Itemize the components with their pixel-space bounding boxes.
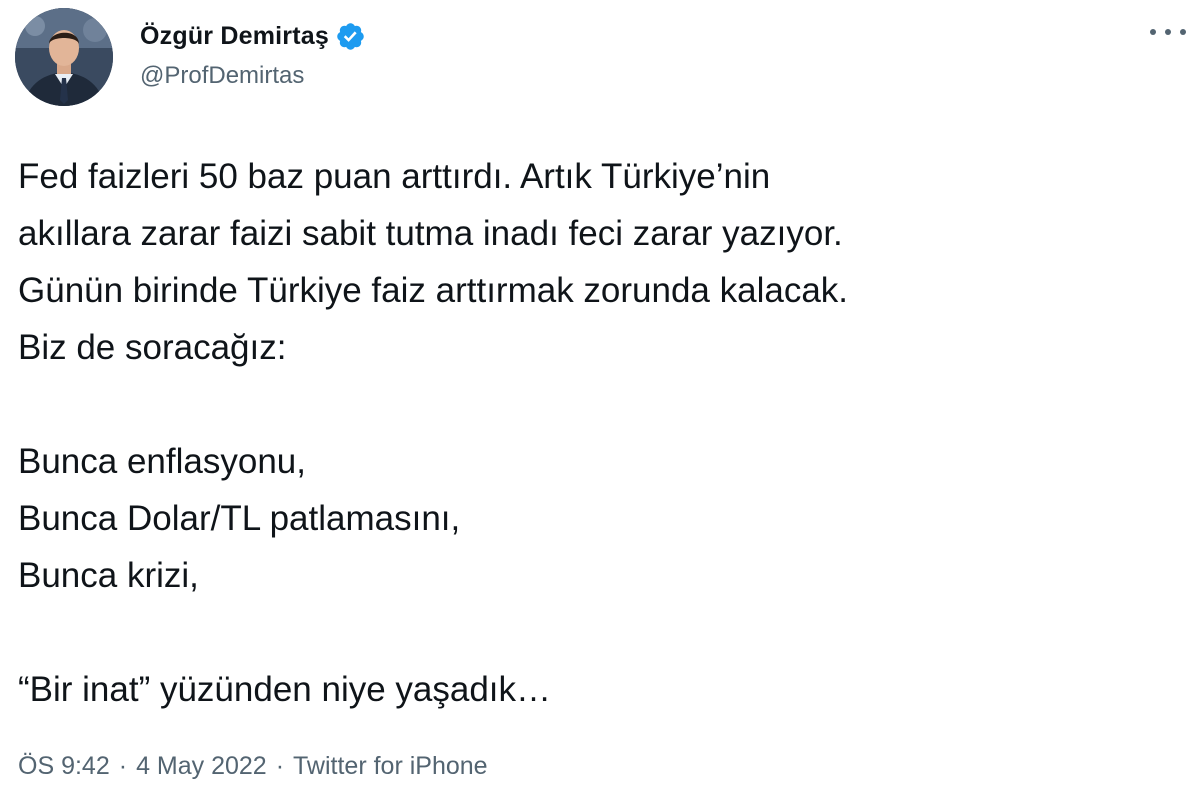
name-row: Özgür Demirtaş bbox=[140, 16, 366, 56]
author-display-name[interactable]: Özgür Demirtaş bbox=[140, 22, 329, 51]
tweet-line: “Bir inat” yüzünden niye yaşadık… bbox=[18, 670, 552, 709]
tweet-time[interactable]: ÖS 9:42 bbox=[18, 752, 110, 781]
tweet-date[interactable]: 4 May 2022 bbox=[136, 752, 267, 781]
tweet-line-gap bbox=[18, 604, 1178, 661]
tweet-line: Biz de soracağız: bbox=[18, 328, 287, 367]
verified-badge-icon bbox=[337, 22, 364, 50]
author-handle[interactable]: @ProfDemirtas bbox=[140, 62, 366, 90]
tweet-header: Özgür Demirtaş @ProfDemirtas bbox=[140, 16, 366, 90]
tweet-card: Özgür Demirtaş @ProfDemirtas Fed faizler… bbox=[0, 0, 1200, 797]
more-dot bbox=[1150, 29, 1156, 35]
tweet-line: Günün birinde Türkiye faiz arttırmak zor… bbox=[18, 271, 849, 310]
tweet-line-gap bbox=[18, 376, 1178, 433]
more-dot bbox=[1180, 29, 1186, 35]
meta-separator: · bbox=[275, 752, 285, 780]
tweet-line: Bunca krizi, bbox=[18, 556, 199, 595]
avatar[interactable] bbox=[15, 8, 113, 106]
more-options-icon[interactable] bbox=[1148, 20, 1188, 44]
tweet-line: Bunca Dolar/TL patlamasını, bbox=[18, 499, 461, 538]
tweet-line: akıllara zarar faizi sabit tutma inadı f… bbox=[18, 214, 843, 253]
tweet-source[interactable]: Twitter for iPhone bbox=[293, 752, 488, 781]
meta-separator: · bbox=[118, 752, 128, 780]
tweet-line: Bunca enflasyonu, bbox=[18, 442, 306, 481]
more-dot bbox=[1165, 29, 1171, 35]
tweet-line: Fed faizleri 50 baz puan arttırdı. Artık… bbox=[18, 157, 771, 196]
tweet-text: Fed faizleri 50 baz puan arttırdı. Artık… bbox=[18, 148, 1178, 718]
tweet-metadata: ÖS 9:42 · 4 May 2022 · Twitter for iPhon… bbox=[18, 752, 488, 781]
